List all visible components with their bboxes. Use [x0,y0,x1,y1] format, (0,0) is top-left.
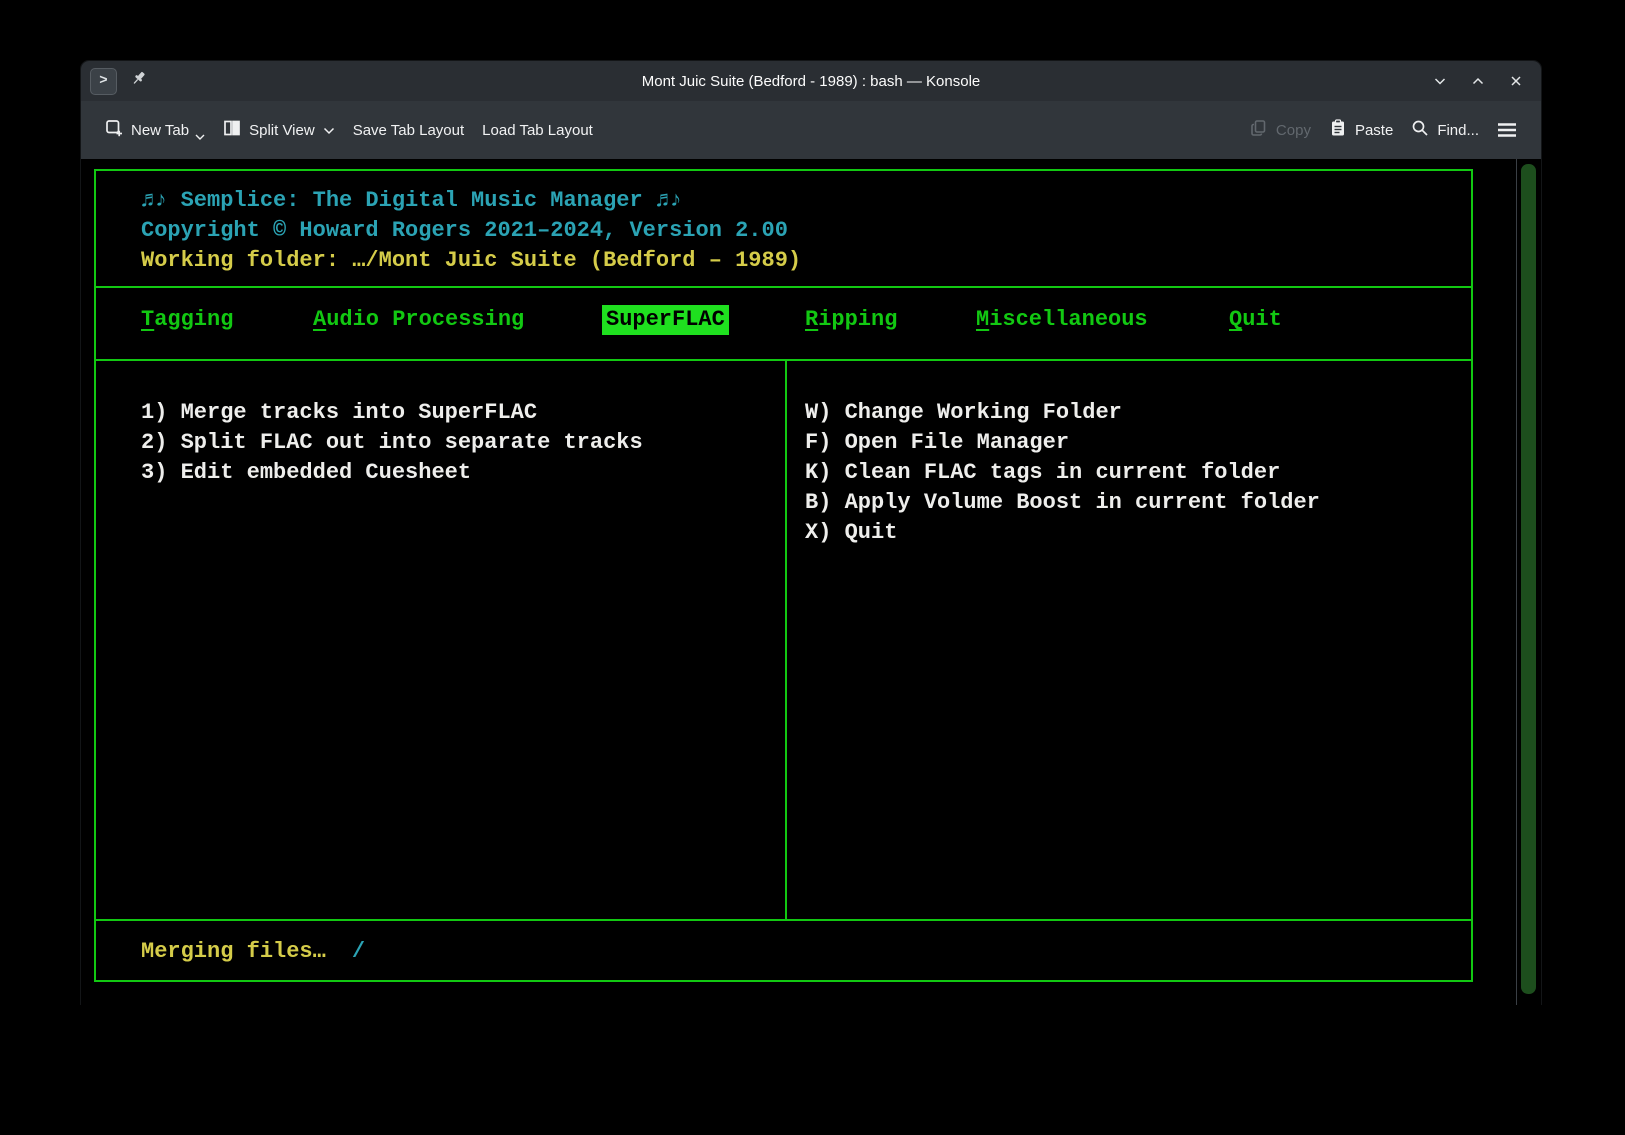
terminal-screen[interactable]: ♬♪ Semplice: The Digital Music Manager ♬… [81,159,1541,1005]
tui-status-box: Merging files… / [94,919,1473,982]
paste-label: Paste [1355,122,1393,139]
tui-menu-quit[interactable]: Quit [1229,305,1282,335]
new-tab-button[interactable]: New Tab [96,110,214,151]
tui-option[interactable]: B) Apply Volume Boost in current folder [805,488,1320,518]
tui-menu-ripping[interactable]: Ripping [805,305,897,335]
tui-menu-audio-processing[interactable]: Audio Processing [313,305,524,335]
tui-right-panel-list: W) Change Working FolderF) Open File Man… [805,398,1320,548]
tui-option[interactable]: 1) Merge tracks into SuperFLAC [141,398,643,428]
find-label: Find... [1437,122,1479,139]
chevron-down-icon [195,128,205,145]
working-folder-line: Working folder: …/Mont Juic Suite (Bedfo… [141,246,1471,276]
tui-option[interactable]: K) Clean FLAC tags in current folder [805,458,1320,488]
tui-option[interactable]: 3) Edit embedded Cuesheet [141,458,643,488]
copyright-line: Copyright © Howard Rogers 2021–2024, Ver… [141,216,1471,246]
paste-icon [1329,119,1347,141]
tui-option[interactable]: 2) Split FLAC out into separate tracks [141,428,643,458]
copy-label: Copy [1276,122,1311,139]
scrollbar-track[interactable] [1516,159,1541,1005]
load-tab-layout-label: Load Tab Layout [482,122,593,139]
tui-menu-bar: Tagging Audio Processing SuperFLAC Ripping M… [94,286,1473,361]
split-view-button[interactable]: Split View [214,113,344,147]
tui-header-box: ♬♪ Semplice: The Digital Music Manager ♬… [94,169,1473,288]
split-view-icon [223,119,241,141]
hamburger-menu-icon[interactable] [1488,116,1526,144]
window-title: Mont Juic Suite (Bedford - 1989) : bash … [81,73,1541,90]
paste-button[interactable]: Paste [1320,113,1402,147]
pin-icon[interactable] [130,70,147,92]
status-spinner: / [352,939,365,964]
tui-option[interactable]: F) Open File Manager [805,428,1320,458]
tui-left-panel-list: 1) Merge tracks into SuperFLAC2) Split F… [141,398,643,488]
split-view-label: Split View [249,122,315,139]
tui-panels-box: 1) Merge tracks into SuperFLAC2) Split F… [94,359,1473,921]
search-icon [1411,119,1429,141]
konsole-window: > Mont Juic Suite (Bedford - 1989) : bas… [80,60,1542,1005]
maximize-icon[interactable] [1469,72,1487,90]
new-tab-label: New Tab [131,122,189,139]
tui-menu-miscellaneous[interactable]: Miscellaneous [976,305,1148,335]
toolbar: New Tab Split View Save Tab Layout Load … [81,101,1541,159]
load-tab-layout-button[interactable]: Load Tab Layout [473,116,602,145]
close-icon[interactable] [1507,72,1525,90]
new-tab-icon [105,119,123,141]
tui-menu-superflac[interactable]: SuperFLAC [602,305,729,335]
save-tab-layout-label: Save Tab Layout [353,122,464,139]
status-message: Merging files… [141,939,326,964]
tui-option[interactable]: W) Change Working Folder [805,398,1320,428]
panel-divider [785,361,787,919]
app-title: ♬♪ Semplice: The Digital Music Manager ♬… [141,186,1471,216]
copy-button[interactable]: Copy [1241,113,1320,147]
tui-menu-tagging[interactable]: Tagging [141,305,233,335]
save-tab-layout-button[interactable]: Save Tab Layout [344,116,473,145]
find-button[interactable]: Find... [1402,113,1488,147]
minimize-icon[interactable] [1431,72,1449,90]
konsole-app-icon[interactable]: > [90,68,117,95]
chevron-down-icon [323,122,335,139]
tui-option[interactable]: X) Quit [805,518,1320,548]
titlebar[interactable]: > Mont Juic Suite (Bedford - 1989) : bas… [81,61,1541,101]
scrollbar-thumb[interactable] [1521,164,1536,994]
copy-icon [1250,119,1268,141]
